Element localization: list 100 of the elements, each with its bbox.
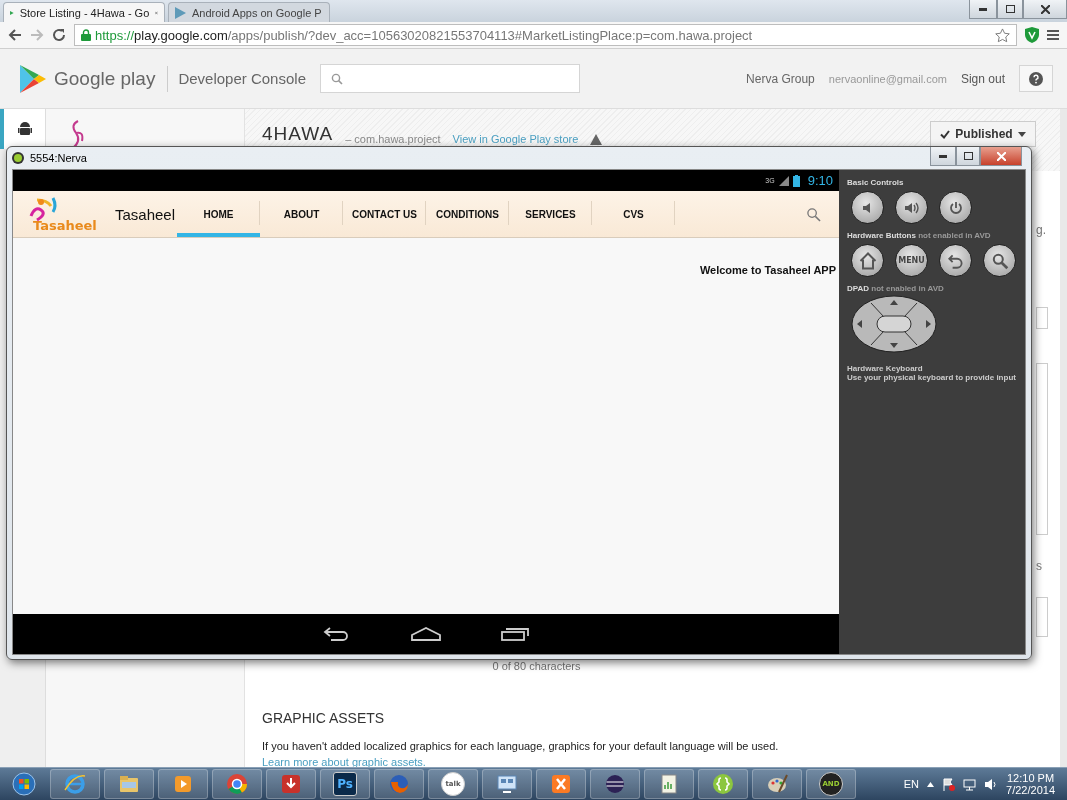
search-field[interactable] [320,64,580,93]
browser-tab[interactable]: Store Listing - 4Hawa - Go [3,2,165,22]
text-fragment: s [1036,559,1043,573]
taskbar-item[interactable] [104,769,154,799]
taskbar-item[interactable] [212,769,262,799]
monitor-icon [495,772,519,796]
taskbar-item[interactable] [644,769,694,799]
nav-tab[interactable]: CONDITIONS [426,191,509,237]
maximize-button[interactable] [956,147,980,166]
help-button[interactable] [1019,65,1053,92]
character-counter: 0 of 80 characters [492,660,581,672]
maximize-button[interactable] [997,0,1023,19]
taskbar-item[interactable] [752,769,802,799]
home-button[interactable] [851,244,884,277]
speaker-icon[interactable] [984,777,999,791]
account-name: Nerva Group [746,71,815,86]
close-icon [1040,4,1050,14]
volume-down-button[interactable] [851,191,884,224]
taskbar-item[interactable] [698,769,748,799]
taskbar-item[interactable]: Ps [320,769,370,799]
minimize-icon [979,7,987,11]
caret-icon[interactable] [927,781,935,787]
caret-icon [1017,131,1026,137]
braces-icon [711,772,735,796]
android-icon [17,121,32,137]
text-fragment: g. [1036,223,1047,237]
search-icon[interactable] [806,206,821,222]
section-heading: GRAPHIC ASSETS [262,710,386,726]
search-icon [331,72,343,85]
google-play-logo-icon [20,64,46,93]
maximize-icon [1005,5,1015,13]
taskbar-item[interactable] [266,769,316,799]
lock-icon [81,29,91,41]
search-button[interactable] [983,244,1016,277]
status-dropdown[interactable]: Published [930,121,1036,147]
keyboard-hint: Use your physical keyboard to provide input [847,373,1017,382]
taskbar-item[interactable] [158,769,208,799]
chrome-icon [225,772,249,796]
firefox-icon [387,772,411,796]
close-button[interactable] [1023,0,1067,19]
browser-tab[interactable]: Android Apps on Google P [168,2,330,22]
back-icon[interactable] [8,28,22,42]
text-field[interactable] [1036,307,1048,329]
minimize-button[interactable] [969,0,997,19]
volume-up-button[interactable] [895,191,928,224]
power-button[interactable] [939,191,972,224]
network-icon[interactable] [963,777,977,791]
nav-tab[interactable]: SERVICES [509,191,592,237]
sidebar-item[interactable] [0,109,45,149]
windows-logo-icon [12,772,36,796]
window-title: 5554:Nerva [30,152,87,164]
minimize-button[interactable] [930,147,956,166]
download-icon [279,772,303,796]
clock[interactable]: 12:10 PM 7/22/2014 [1006,772,1055,796]
taskbar-item[interactable] [482,769,532,799]
info-text: If you haven't added localized graphics for each language, graphics for your default language will be used. [262,740,780,752]
power-icon [947,199,964,216]
sign-out-link[interactable]: Sign out [960,71,1005,86]
section-label: DPAD not enabled in AVD [847,284,945,293]
play-store-icon [175,6,186,19]
maximize-icon [963,152,973,160]
dpad-control[interactable] [851,295,937,353]
reload-icon[interactable] [52,28,66,42]
taskbar-item[interactable] [50,769,100,799]
taskbar-item[interactable] [536,769,586,799]
menu-button[interactable]: MENU [895,244,928,277]
close-button[interactable] [980,147,1022,166]
nav-tab[interactable]: ABOUT [260,191,343,237]
star-icon[interactable] [995,27,1010,43]
menu-icon[interactable] [1047,29,1059,41]
package-name: – com.hawa.project [345,133,441,145]
browser-icon [63,772,87,796]
recents-icon[interactable] [501,627,529,641]
battery-icon [792,174,800,187]
android-icon [12,152,24,164]
flag-icon[interactable] [942,777,956,791]
status-clock: 9:10 [807,173,833,188]
language-indicator[interactable]: EN [903,778,920,790]
scrollbar[interactable] [1060,109,1067,767]
back-button[interactable] [939,244,972,277]
keyboard-label: Hardware Keyboard [847,364,924,373]
welcome-text: Welcome to Tasaheel APP [699,264,836,276]
signal-icon [778,175,789,186]
text-field[interactable] [1036,597,1048,637]
home-icon[interactable] [411,627,441,641]
nav-tab[interactable]: CONTACT US [343,191,426,237]
app-name: Tasaheel [115,205,176,223]
xampp-icon [549,772,573,796]
nav-tab[interactable]: CVS [592,191,675,237]
tasaheel-logo: Tasaheel [27,194,111,234]
text-field[interactable] [1036,363,1048,535]
app-title: 4HAWA [262,123,334,145]
section-label: Basic Controls [847,178,905,187]
eclipse-icon [603,772,627,796]
back-icon[interactable] [323,626,351,642]
taskbar-item[interactable] [590,769,640,799]
brand-name: Google play [54,67,156,90]
address-bar[interactable]: https://play.google.com/apps/publish/?dev_acc=10563020821553704113#MarketListingPlace:p=com.hawa.project [74,24,1017,46]
taskbar-item[interactable] [374,769,424,799]
shield-icon[interactable] [1025,27,1039,43]
